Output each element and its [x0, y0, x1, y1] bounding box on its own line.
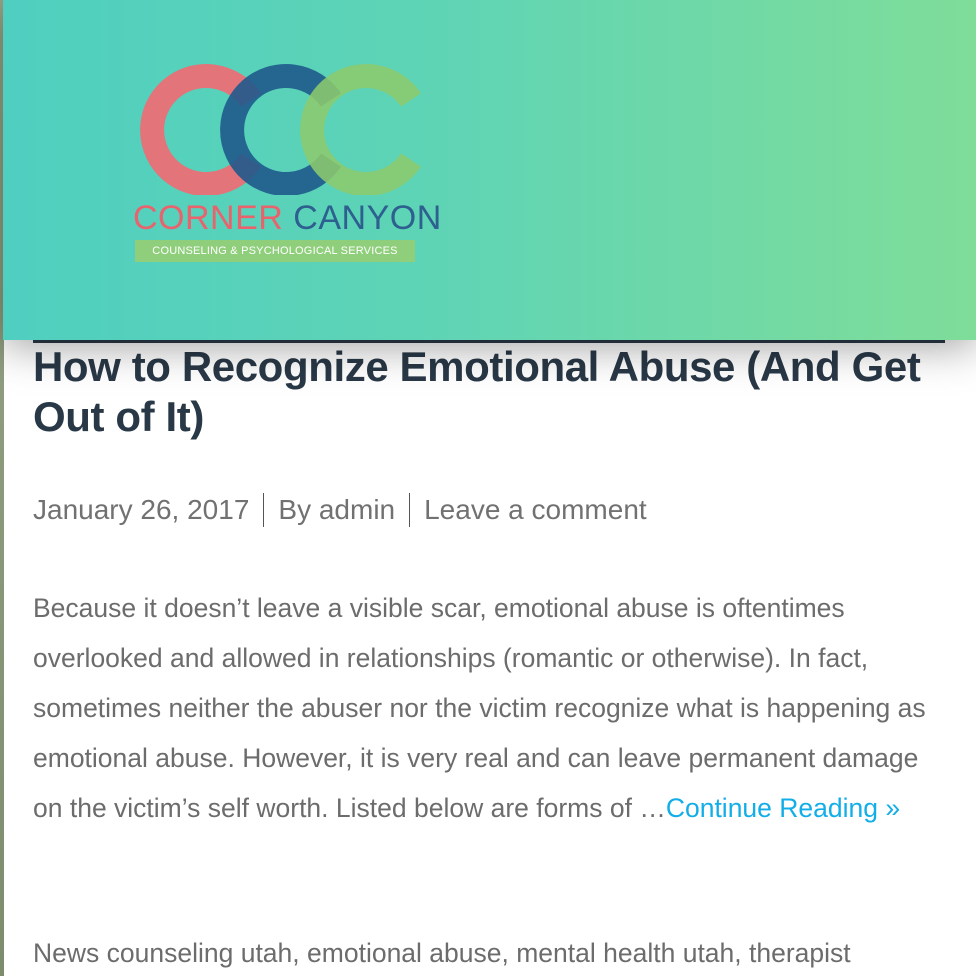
tag-link[interactable]: emotional abuse	[307, 938, 501, 968]
ccc-logo-mark	[140, 64, 421, 195]
logo-word-corner: CORNER	[133, 199, 284, 237]
post-title[interactable]: How to Recognize Emotional Abuse (And Ge…	[33, 342, 953, 442]
post-excerpt-text: Because it doesn’t leave a visible scar,…	[33, 593, 926, 823]
meta-divider	[409, 493, 411, 527]
category-link[interactable]: News	[33, 938, 99, 968]
site-header: CORNER CANYON COUNSELING & PSYCHOLOGICAL…	[3, 0, 976, 340]
meta-divider	[263, 493, 265, 527]
continue-reading-link[interactable]: Continue Reading »	[666, 793, 900, 823]
post-date[interactable]: January 26, 2017	[33, 494, 249, 526]
post-author-link[interactable]: By admin	[278, 494, 395, 526]
post-title-text[interactable]: How to Recognize Emotional Abuse (And Ge…	[33, 343, 921, 440]
post-taxonomy: News counseling utah, emotional abuse, m…	[33, 938, 851, 968]
post-excerpt: Because it doesn’t leave a visible scar,…	[33, 583, 948, 833]
tag-link[interactable]: therapist	[749, 938, 851, 968]
logo-word-canyon: CANYON	[293, 199, 442, 237]
logo-wordmark: CORNER CANYON	[133, 198, 442, 238]
tag-link[interactable]: counseling utah	[107, 938, 293, 968]
post-meta: January 26, 2017 By admin Leave a commen…	[33, 492, 647, 528]
tag-link[interactable]: mental health utah	[516, 938, 734, 968]
site-logo[interactable]: CORNER CANYON COUNSELING & PSYCHOLOGICAL…	[131, 60, 441, 270]
logo-tagline: COUNSELING & PSYCHOLOGICAL SERVICES	[135, 240, 415, 262]
leave-comment-link[interactable]: Leave a comment	[424, 494, 647, 526]
